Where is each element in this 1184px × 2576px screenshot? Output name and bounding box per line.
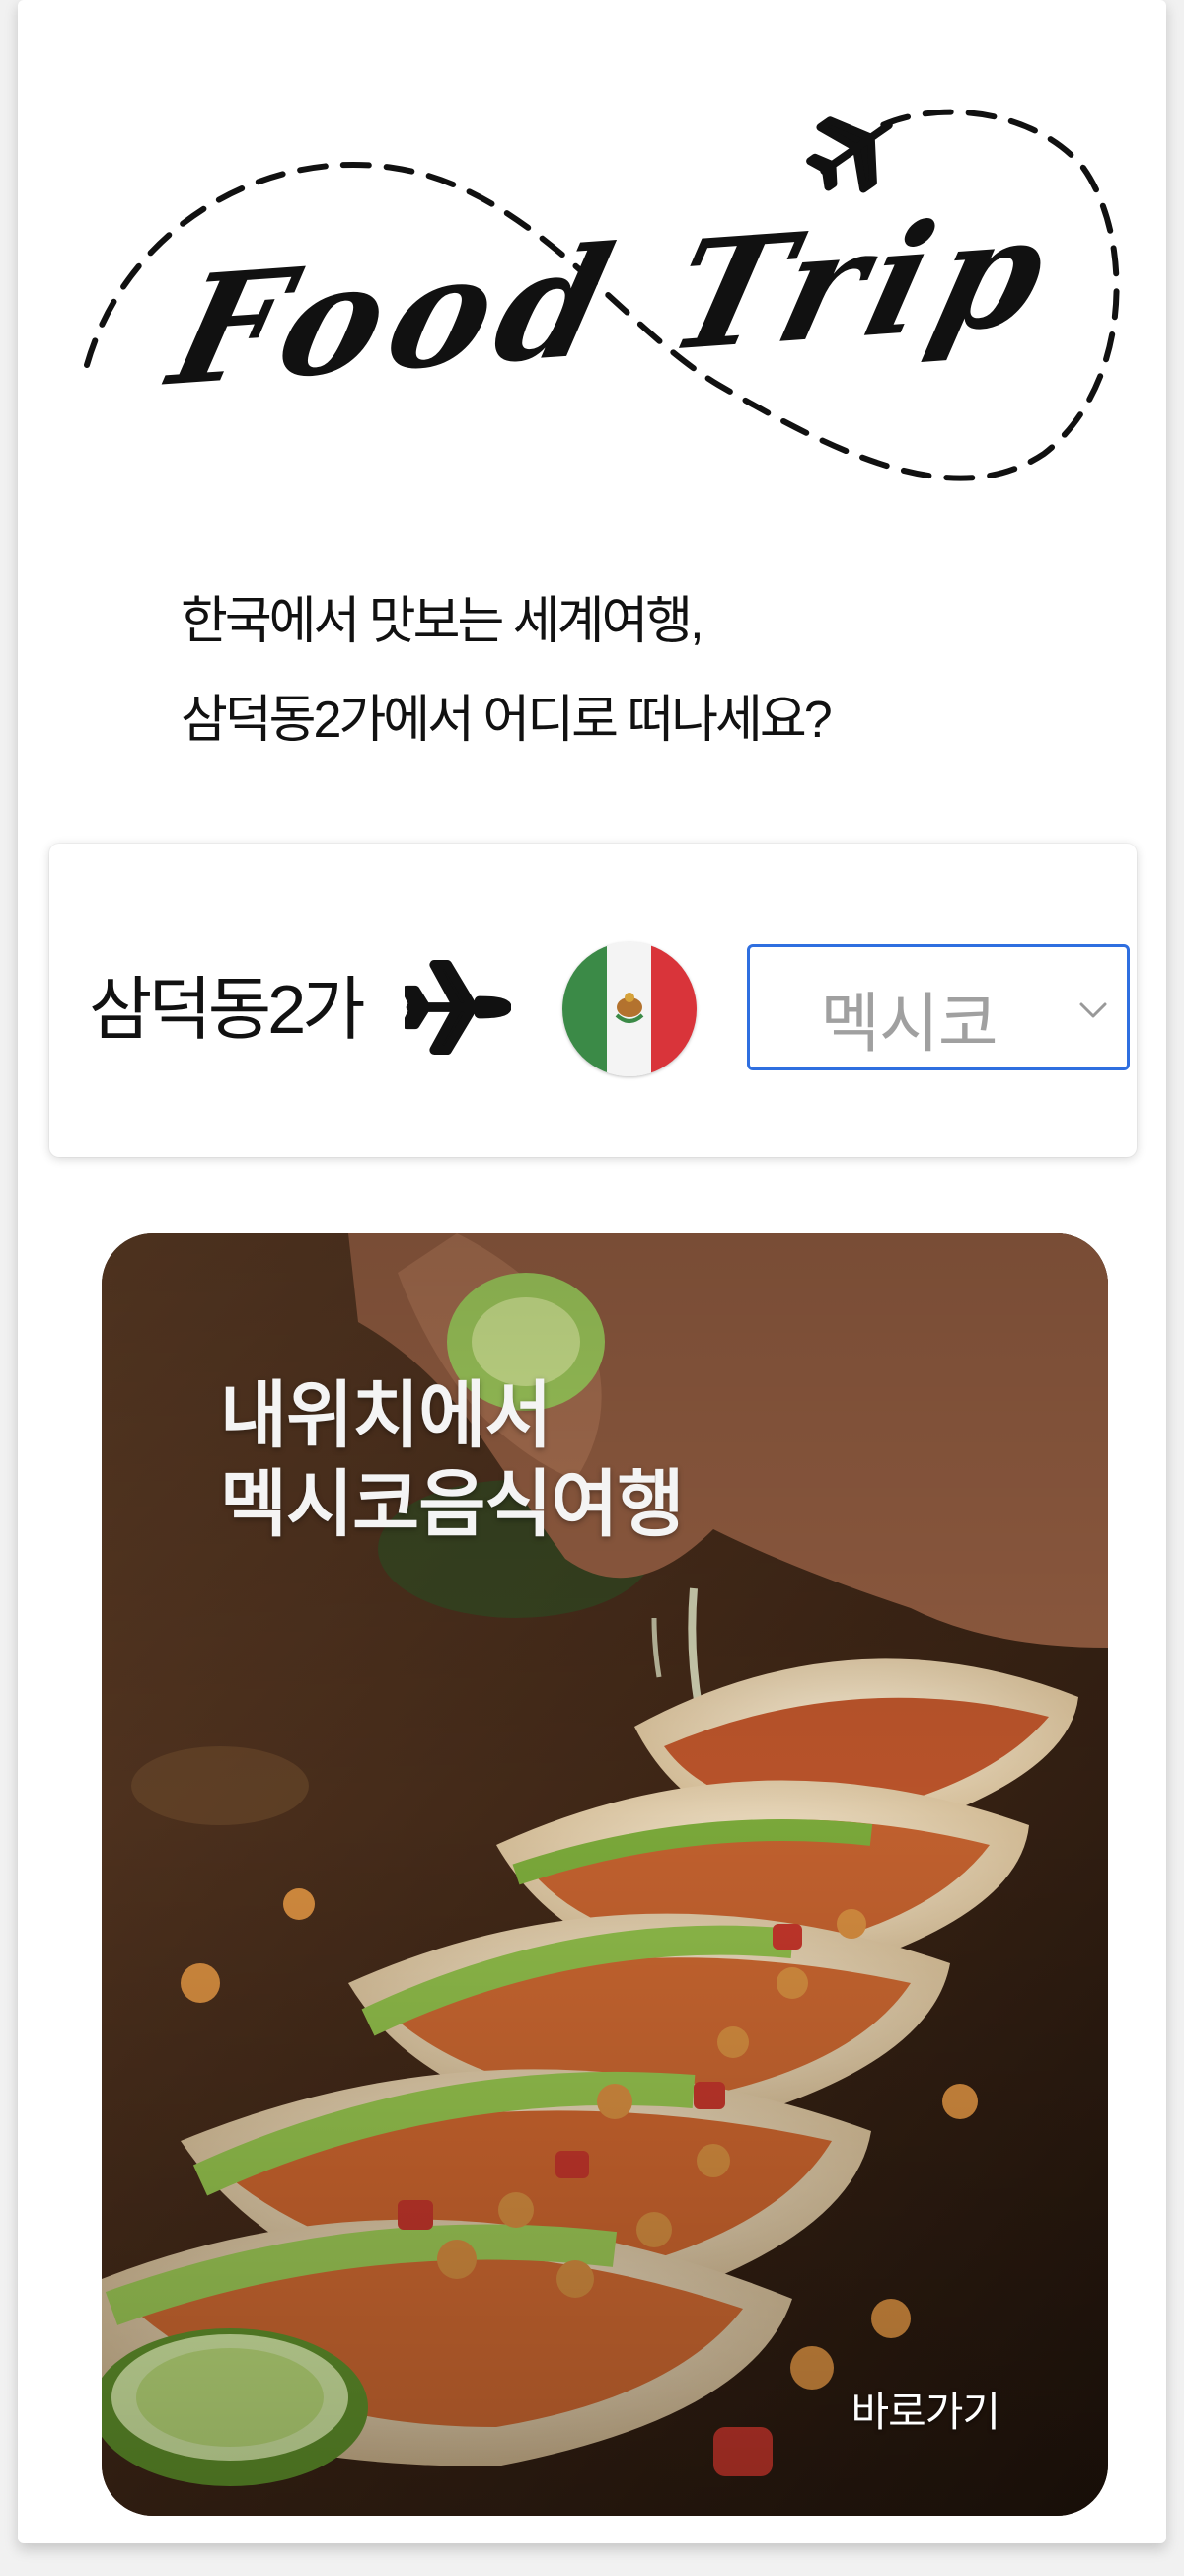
- destination-value: 멕시코: [820, 987, 998, 1060]
- headline-line-2: 삼덕동2가에서 어디로 떠나세요?: [181, 692, 833, 749]
- food-trip-logo: Food Trip: [67, 89, 1162, 523]
- promo-title: 내위치에서 멕시코음식여행: [220, 1371, 685, 1549]
- app-screen: Food Trip 한국에서 맛보는 세계여행, 삼덕동2가에서 어디로 떠나세…: [18, 0, 1166, 2543]
- headline: 한국에서 맛보는 세계여행, 삼덕동2가에서 어디로 떠나세요?: [181, 572, 833, 770]
- promo-title-line-1: 내위치에서: [220, 1374, 552, 1456]
- promo-card[interactable]: 내위치에서 멕시코음식여행 바로가기: [102, 1233, 1108, 2516]
- airplane-icon: [806, 116, 893, 193]
- route-card: 삼덕동2가 멕시코: [49, 844, 1137, 1157]
- promo-title-line-2: 멕시코음식여행: [220, 1463, 685, 1545]
- airplane-icon: [405, 959, 511, 1056]
- chevron-down-icon: [1079, 1002, 1107, 1018]
- go-button[interactable]: 바로가기: [851, 2379, 1000, 2439]
- mexico-flag-icon: [562, 942, 697, 1076]
- destination-select[interactable]: 멕시코: [747, 944, 1130, 1070]
- headline-line-1: 한국에서 맛보는 세계여행,: [181, 593, 704, 650]
- origin-label: 삼덕동2가: [89, 971, 366, 1048]
